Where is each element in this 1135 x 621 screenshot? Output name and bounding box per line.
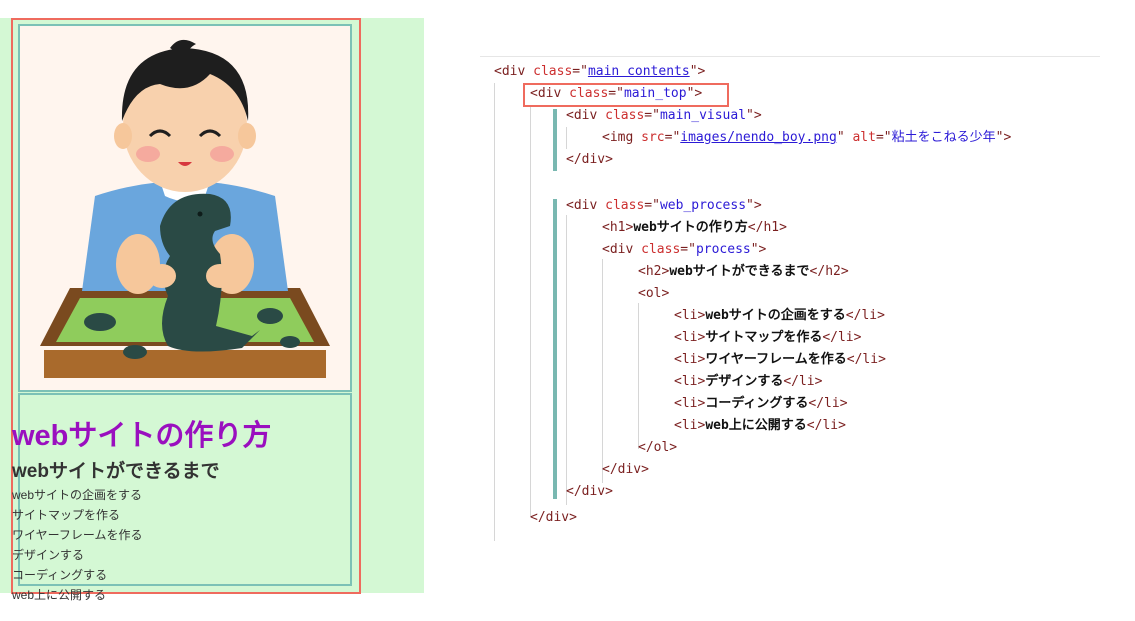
list-item: コーディングする — [12, 568, 108, 582]
list-item: サイトマップを作る — [12, 508, 121, 522]
list-item: web上に公開する — [12, 588, 107, 602]
code-line: <div class="main contents"> — [494, 64, 706, 79]
code-line: </div> — [602, 462, 649, 477]
code-line: <li>webサイトの企画をする</li> — [674, 308, 885, 323]
code-line: <li>デザインする</li> — [674, 374, 823, 389]
code-line: <li>ワイヤーフレームを作る</li> — [674, 352, 886, 367]
process-heading: webサイトができるまで — [12, 461, 220, 482]
code-panel: <div class="main contents"> <div class="… — [480, 56, 1100, 547]
main-top-highlight — [523, 83, 729, 107]
code-line: <ol> — [638, 286, 670, 301]
code-line: <img src="images/nendo_boy.png" alt="粘土を… — [602, 130, 1012, 145]
code-line: <div class="web_process"> — [566, 198, 762, 213]
code-view: <div class="main contents"> <div class="… — [480, 57, 1100, 547]
code-line: <h1>webサイトの作り方</h1> — [602, 220, 787, 235]
list-item: webサイトの企画をする — [12, 488, 143, 502]
web-process-content: webサイトの作り方 webサイトができるまで webサイトの企画をする サイト… — [12, 417, 352, 605]
code-line: <li>web上に公開する</li> — [674, 418, 846, 433]
list-item: デザインする — [12, 548, 85, 562]
process-list: webサイトの企画をする サイトマップを作る ワイヤーフレームを作る デザインす… — [12, 485, 352, 605]
code-line: <div class="process"> — [602, 242, 767, 257]
code-line: </div> — [566, 484, 613, 499]
page-preview: webサイトの作り方 webサイトができるまで webサイトの企画をする サイト… — [0, 18, 424, 602]
code-line: <li>コーディングする</li> — [674, 396, 848, 411]
page-heading: webサイトの作り方 — [12, 420, 272, 452]
main-visual-box — [18, 24, 352, 392]
clay-boy-illustration — [40, 39, 330, 378]
list-item: ワイヤーフレームを作る — [12, 528, 143, 542]
code-line: <div class="main_visual"> — [566, 108, 762, 123]
code-line: </ol> — [638, 440, 678, 455]
code-line: </div> — [566, 152, 613, 167]
code-line: <li>サイトマップを作る</li> — [674, 330, 862, 345]
code-line: <h2>webサイトができるまで</h2> — [638, 264, 849, 279]
code-line: </div> — [530, 510, 577, 525]
